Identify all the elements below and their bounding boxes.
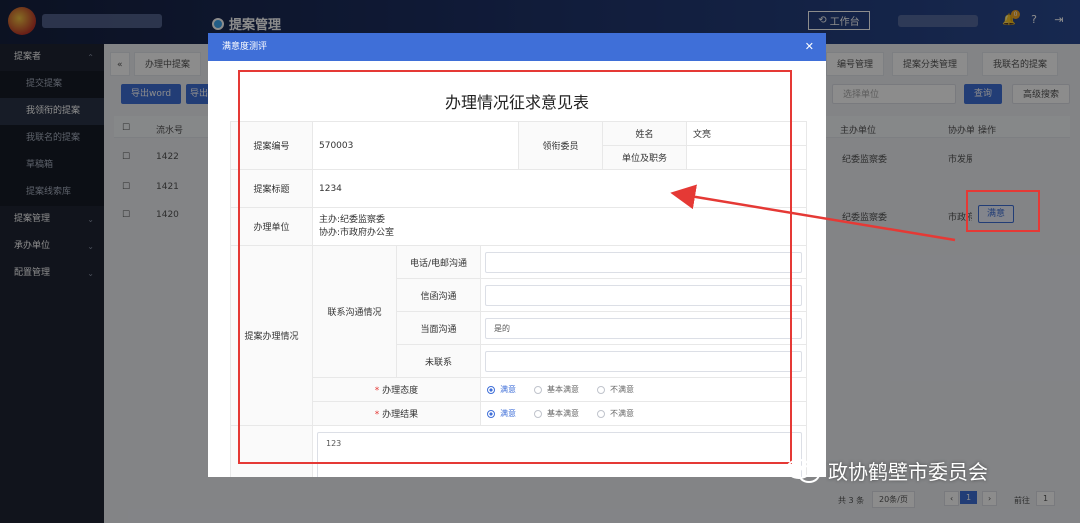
annotation-arrow xyxy=(670,184,956,242)
watermark: 政协鹤壁市委员会 xyxy=(786,456,988,485)
wechat-icon xyxy=(786,458,820,483)
